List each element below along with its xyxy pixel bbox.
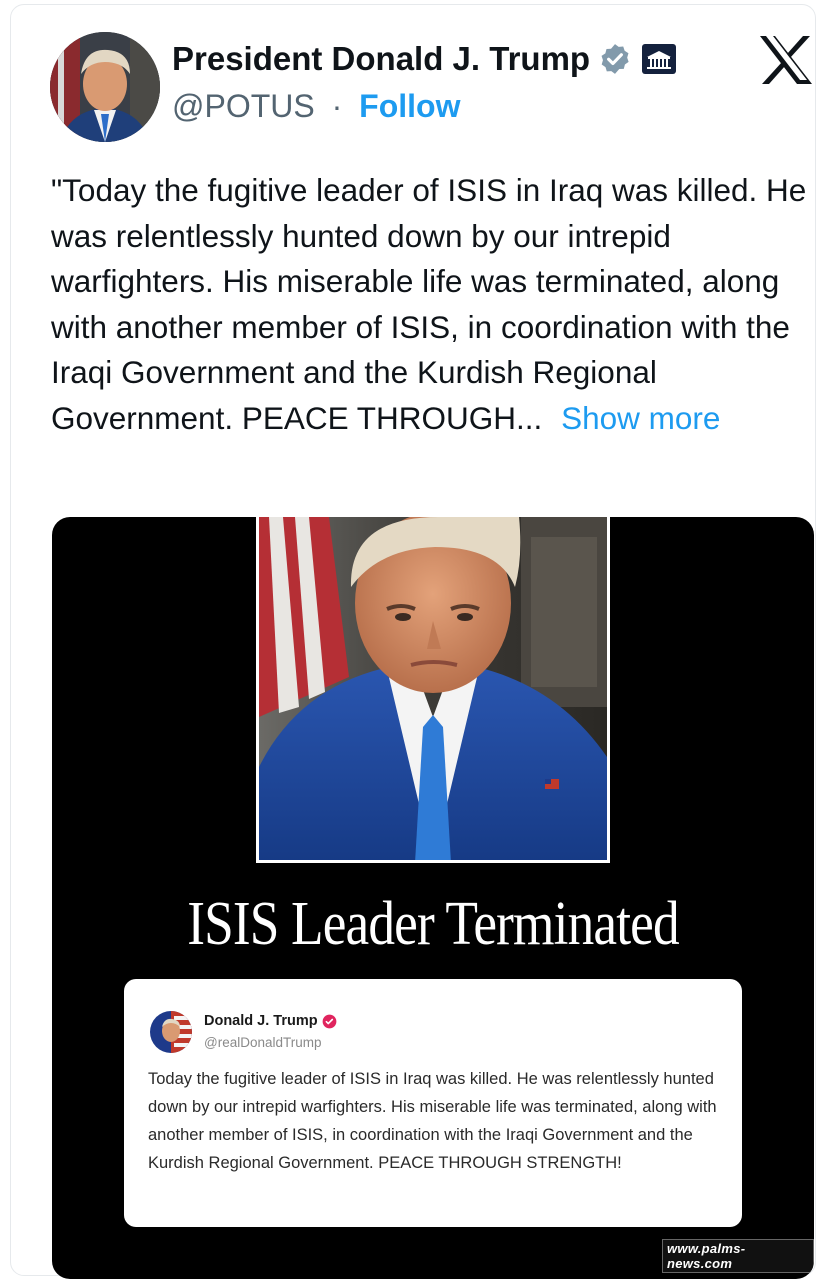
quoted-author-handle: @realDonaldTrump [204,1035,322,1050]
verified-badge-icon [598,42,632,76]
tweet-text: "Today the fugitive leader of ISIS in Ir… [51,168,811,441]
quoted-author-name: Donald J. Trump [204,1013,318,1029]
white-house-icon [642,44,677,74]
watermark: www.palms-news.com [662,1239,814,1273]
author-display-name[interactable]: President Donald J. Trump [172,40,590,78]
quoted-author-avatar [150,1011,192,1053]
show-more-link[interactable]: Show more [561,400,720,436]
portrait-photo [256,517,610,863]
author-handle[interactable]: @POTUS [172,88,315,124]
author-avatar[interactable] [50,32,160,142]
handle-separator: · [331,88,343,124]
quoted-verified-icon [322,1014,337,1029]
x-logo-icon[interactable] [758,34,814,91]
quoted-author-name-row: Donald J. Trump [204,1013,337,1029]
tweet-body: "Today the fugitive leader of ISIS in Ir… [51,172,807,436]
author-name-row[interactable]: President Donald J. Trump [172,40,677,78]
quoted-post-text: Today the fugitive leader of ISIS in Ira… [148,1070,717,1172]
tweet-media-image[interactable]: ISIS Leader Terminated Donald J. Trump @… [52,517,814,1279]
quoted-post-card: Donald J. Trump @realDonaldTrump Today t… [124,979,742,1227]
follow-button[interactable]: Follow [359,88,460,124]
author-handle-row: @POTUS · Follow [172,88,460,125]
media-headline: ISIS Leader Terminated [187,890,679,958]
